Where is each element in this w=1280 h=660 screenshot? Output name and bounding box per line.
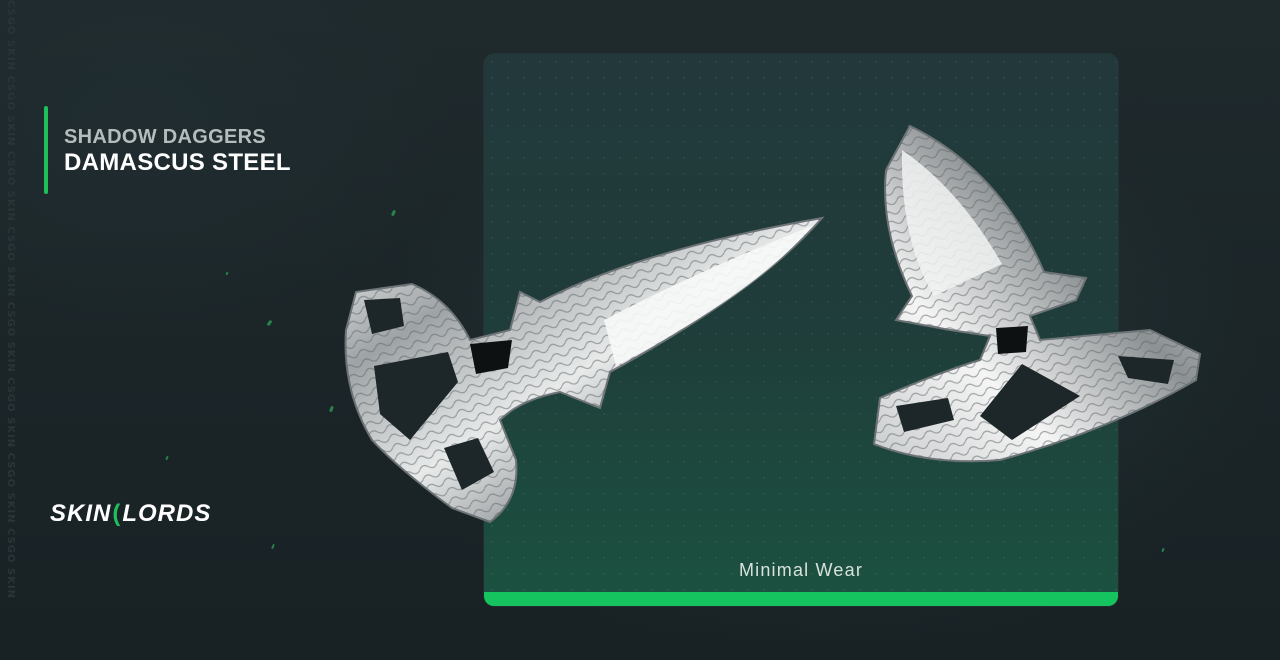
panel-dot-grid	[484, 54, 1118, 606]
accent-bar	[44, 106, 48, 194]
weapon-name: SHADOW DAGGERS	[64, 126, 266, 148]
skin-name: DAMASCUS STEEL	[64, 149, 291, 176]
logo-text-right: LORDS	[122, 500, 212, 527]
item-display-panel: Minimal Wear	[484, 54, 1118, 606]
logo-text-left: SKIN	[50, 500, 112, 527]
wear-label: Minimal Wear	[738, 560, 864, 580]
wear-bar	[484, 592, 1118, 606]
side-watermark: CSGO SKIN CSGO SKIN CSGO SKIN CSGO SKIN …	[5, 0, 16, 600]
skinlords-logo: SKIN(LORDS	[50, 500, 211, 528]
item-title-block: SHADOW DAGGERS DAMASCUS STEEL	[44, 106, 291, 194]
crescent-icon: (	[112, 500, 122, 527]
